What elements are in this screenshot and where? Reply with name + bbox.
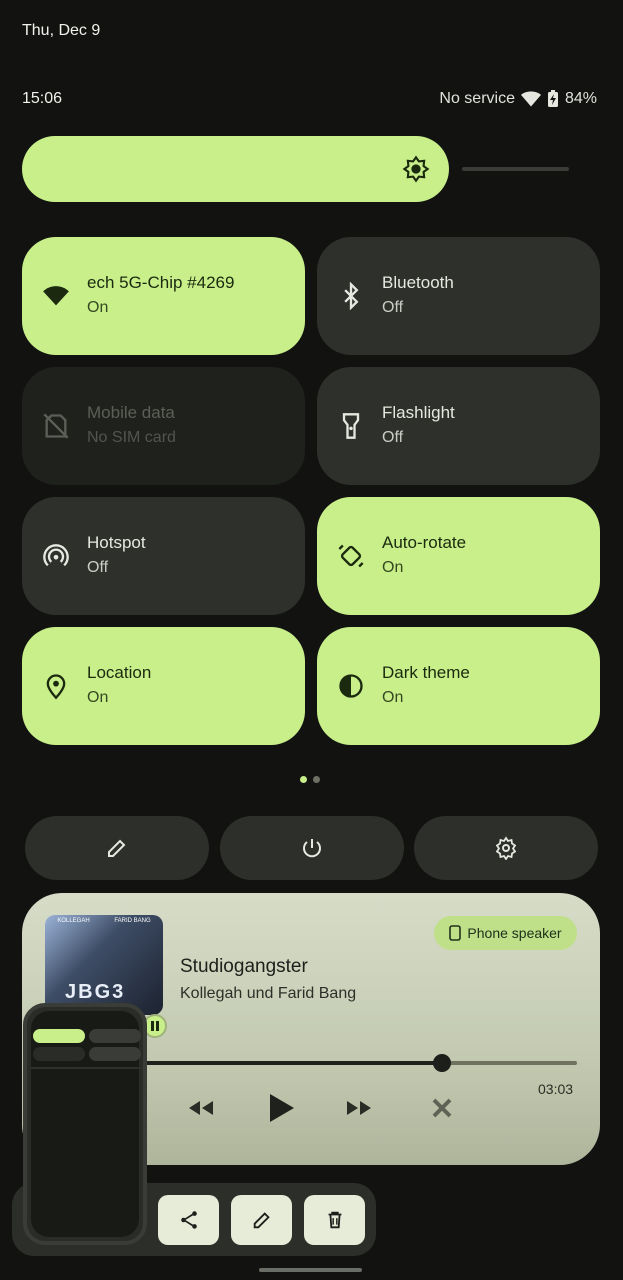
location-icon [46,674,66,700]
album-logo: JBG3 [65,981,126,1003]
tile-title: Dark theme [382,663,470,682]
tile-title: Mobile data [87,403,175,422]
rewind-icon[interactable] [186,1093,216,1123]
no-sim-icon [43,413,69,439]
service-label: No service [439,90,515,107]
output-device-chip[interactable]: Phone speaker [434,916,577,950]
page-dot-active [300,776,307,783]
brightness-track [462,167,569,171]
seek-progress [142,1061,442,1065]
settings-icon [495,836,517,860]
album-artist-left: KOLLEGAH [57,918,90,924]
wifi-icon [43,286,69,306]
edit-screenshot-button[interactable] [231,1195,292,1245]
seek-handle[interactable] [433,1054,451,1072]
tile-location[interactable]: Location On [22,627,305,745]
output-device-label: Phone speaker [467,925,562,941]
play-icon[interactable] [266,1090,298,1126]
preview-tile [89,1047,141,1061]
navigation-handle[interactable] [259,1268,362,1272]
album-credits: KOLLEGAH FARID BANG [45,915,163,924]
edit-icon [108,839,126,857]
clock: 15:06 [22,90,63,107]
preview-tile [89,1029,141,1043]
page-indicator [300,776,320,783]
close-icon[interactable] [427,1093,457,1123]
tile-bluetooth[interactable]: Bluetooth Off [317,237,600,355]
bluetooth-icon [344,282,359,310]
tile-title: Flashlight [382,403,455,422]
tile-title: Location [87,663,152,682]
edit-icon [253,1212,270,1229]
song-title: Studiogangster [180,956,308,977]
power-icon [303,839,321,858]
tile-subtitle: Off [87,559,109,576]
artist-name: Kollegah und Farid Bang [180,985,357,1002]
wifi-signal-icon [520,91,541,107]
brightness-fill[interactable] [22,136,449,202]
album-art: KOLLEGAH FARID BANG JBG3 [45,915,163,1015]
page-dot [313,776,320,783]
hotspot-icon [43,544,69,567]
settings-button[interactable] [414,816,598,880]
tile-auto-rotate[interactable]: Auto-rotate On [317,497,600,615]
share-icon [181,1211,197,1229]
tile-subtitle: Off [382,429,404,446]
tile-mobile-data[interactable]: Mobile data No SIM card [22,367,305,485]
tile-wifi[interactable]: ech 5G-Chip #4269 On [22,237,305,355]
tile-title: ech 5G-Chip #4269 [87,273,235,292]
tile-subtitle: No SIM card [87,429,176,446]
tile-subtitle: On [382,689,404,706]
preview-tile [33,1029,85,1043]
auto-rotate-icon [338,544,364,568]
brightness-icon [402,155,430,183]
date-label: Thu, Dec 9 [22,22,101,39]
screenshot-thumbnail[interactable] [23,1003,147,1245]
tile-title: Bluetooth [382,273,454,292]
tile-title: Hotspot [87,533,146,552]
album-artist-right: FARID BANG [114,918,151,924]
phone-icon [449,925,462,941]
status-icons: No service 84% [439,90,597,108]
thumbnail-preview [31,1011,143,1237]
seek-bar[interactable] [142,1054,577,1072]
power-button[interactable] [220,816,404,880]
tile-title: Auto-rotate [382,533,467,552]
edit-button[interactable] [25,816,209,880]
delete-icon [328,1211,342,1229]
tile-dark-theme[interactable]: Dark theme On [317,627,600,745]
duration-label: 03:03 [538,1081,574,1097]
battery-label: 84% [564,90,597,107]
tile-hotspot[interactable]: Hotspot Off [22,497,305,615]
tile-subtitle: On [87,299,109,316]
tile-subtitle: Off [382,299,404,316]
battery-icon [547,90,558,107]
flashlight-icon [342,413,360,439]
tile-flashlight[interactable]: Flashlight Off [317,367,600,485]
tile-subtitle: On [87,689,109,706]
pause-icon [151,1021,159,1031]
preview-tile [33,1047,85,1061]
dark-theme-icon [339,674,363,698]
delete-button[interactable] [304,1195,365,1245]
preview-divider [31,1067,143,1069]
fast-forward-icon[interactable] [344,1093,374,1123]
tile-subtitle: On [382,559,404,576]
share-button[interactable] [158,1195,219,1245]
brightness-slider[interactable] [22,136,569,202]
